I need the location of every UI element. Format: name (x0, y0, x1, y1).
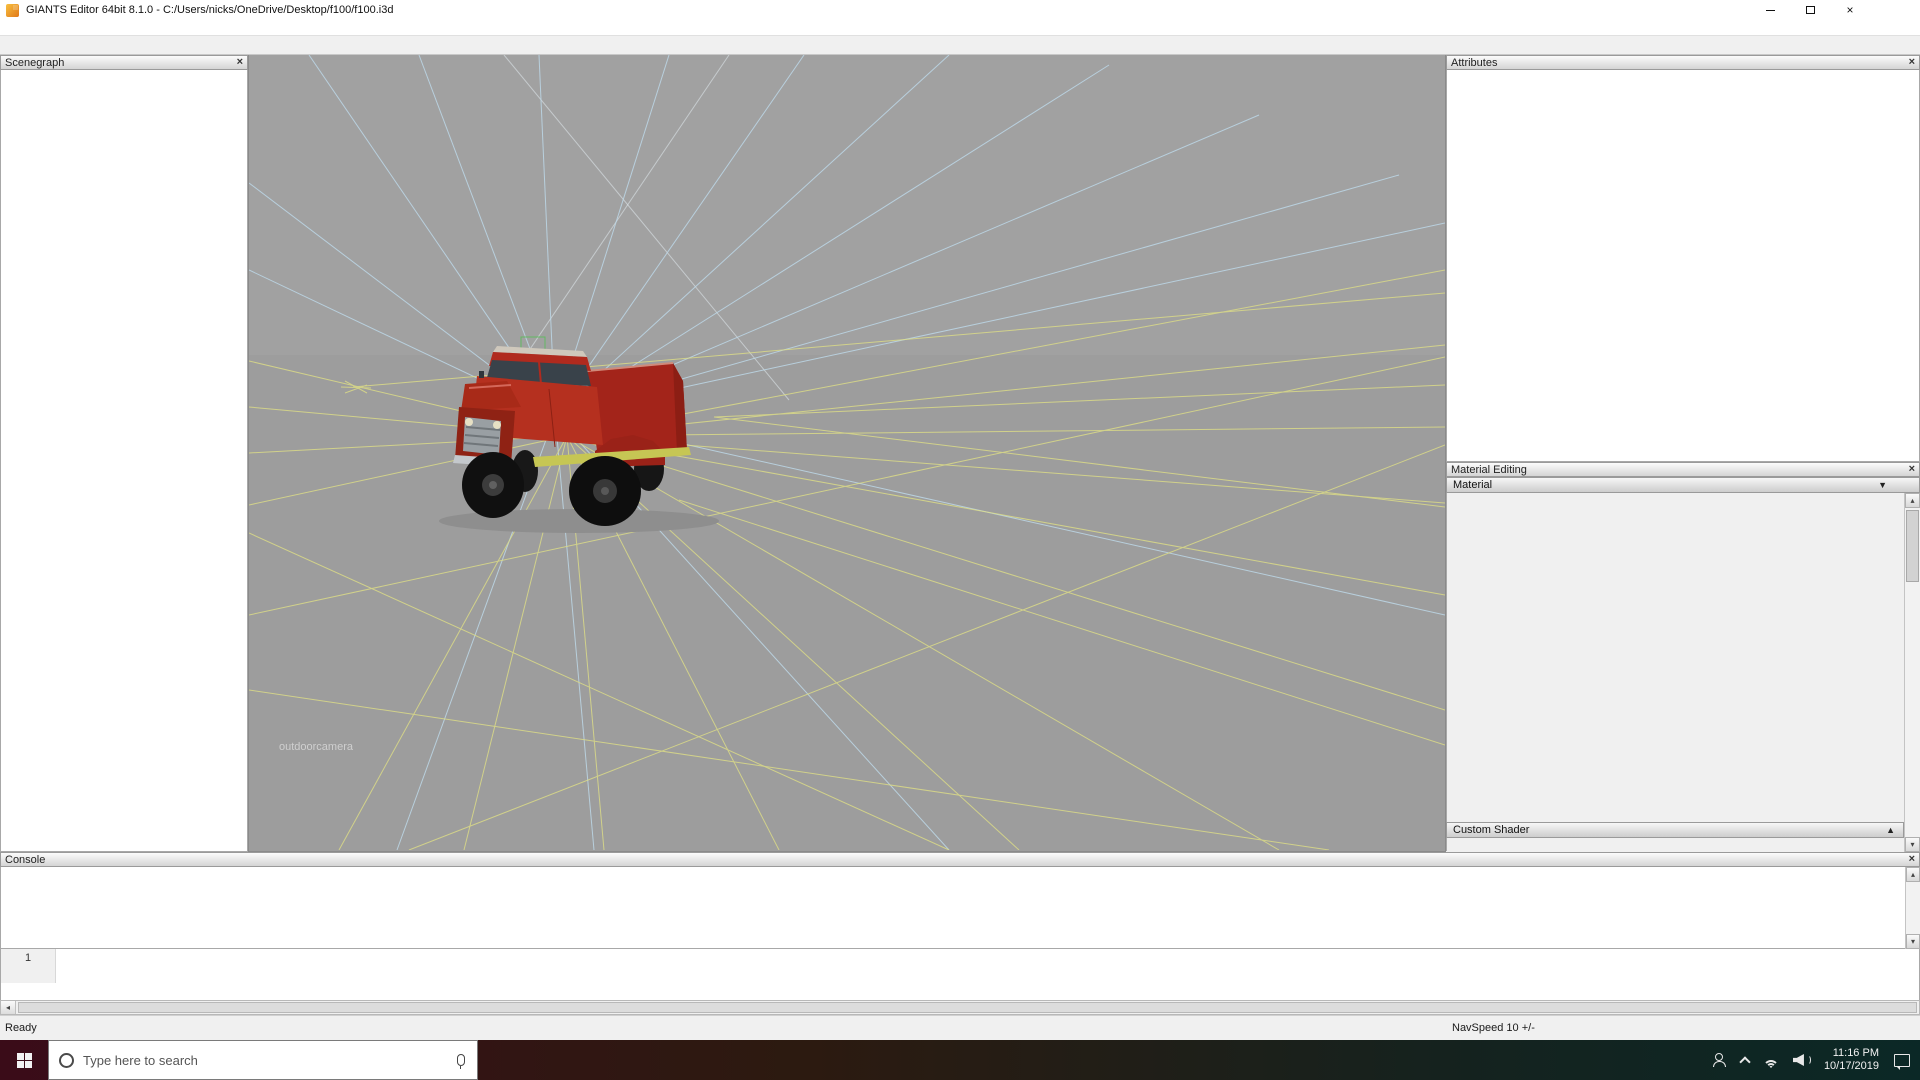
people-icon[interactable] (1712, 1053, 1728, 1067)
line-number-gutter: 1 (1, 949, 56, 983)
material-editing-close-icon[interactable]: × (1909, 464, 1915, 475)
maximize-icon (1806, 6, 1815, 14)
scenegraph-close-icon[interactable]: × (237, 57, 243, 68)
microphone-icon[interactable] (457, 1054, 465, 1066)
scroll-down-icon[interactable]: ▾ (1905, 837, 1920, 852)
material-scrollbar-thumb[interactable] (1906, 510, 1919, 582)
clock[interactable]: 11:16 PM 10/17/2019 (1824, 1047, 1879, 1073)
navspeed-label: NavSpeed 10 +/- (1452, 1022, 1535, 1034)
material-section-bar[interactable]: Material ▼ (1446, 477, 1920, 493)
giants-editor-window: GIANTS Editor 64bit 8.1.0 - C:/Users/nic… (0, 0, 1920, 1080)
status-bar: Ready NavSpeed 10 +/- (0, 1015, 1920, 1040)
tray-date: 10/17/2019 (1824, 1060, 1879, 1073)
start-button[interactable] (0, 1040, 48, 1080)
scenegraph-tree (0, 70, 248, 852)
console-scrollbar[interactable]: ▴ ▾ (1905, 867, 1920, 949)
custom-shader-title: Custom Shader (1453, 824, 1529, 836)
expand-section-icon[interactable]: ▲ (1886, 825, 1895, 835)
action-center-icon[interactable] (1894, 1054, 1910, 1067)
console-log (0, 867, 1920, 949)
toolbar (0, 35, 1920, 55)
material-editing-title: Material Editing (1451, 464, 1527, 476)
script-editor[interactable]: 1 (0, 949, 1920, 1000)
menu-bar (0, 20, 1920, 35)
attributes-header: Attributes × (1446, 55, 1920, 70)
scroll-up-icon[interactable]: ▴ (1905, 493, 1920, 508)
title-bar: GIANTS Editor 64bit 8.1.0 - C:/Users/nic… (0, 0, 1920, 20)
maximize-button[interactable] (1790, 0, 1830, 20)
right-panels: Attributes × Material Editing × Material… (1446, 55, 1920, 852)
attributes-panel: Attributes × (1446, 55, 1920, 462)
console-panel: Console × 1 ◂ ▴ ▾ (0, 852, 1920, 1015)
cortana-icon (59, 1053, 74, 1068)
close-button[interactable]: × (1830, 0, 1870, 20)
minimize-button[interactable] (1750, 0, 1790, 20)
app-logo-icon (6, 4, 19, 17)
console-scroll-down-icon[interactable]: ▾ (1906, 934, 1920, 949)
system-tray: 11:16 PM 10/17/2019 (1712, 1040, 1920, 1080)
scenegraph-header: Scenegraph × (0, 55, 248, 70)
search-input[interactable] (83, 1053, 448, 1068)
main-area: Scenegraph × (0, 55, 1920, 852)
status-text: Ready (5, 1022, 37, 1034)
window-title: GIANTS Editor 64bit 8.1.0 - C:/Users/nic… (26, 4, 393, 16)
console-hscrollbar[interactable]: ◂ (0, 1000, 1920, 1015)
material-panel-gap (1446, 838, 1904, 851)
scenegraph-panel: Scenegraph × (0, 55, 248, 852)
attributes-close-icon[interactable]: × (1909, 57, 1915, 68)
console-title: Console (5, 854, 45, 866)
viewport-canvas (249, 55, 1445, 850)
collapse-section-icon[interactable]: ▼ (1878, 480, 1887, 490)
minimize-icon (1766, 10, 1775, 11)
scroll-left-icon[interactable]: ◂ (1, 1001, 16, 1014)
active-camera-label: outdoorcamera (279, 741, 353, 753)
attributes-body (1446, 70, 1920, 462)
taskbar-search[interactable] (48, 1040, 478, 1080)
viewport-3d[interactable]: outdoorcamera (248, 55, 1446, 852)
console-scroll-up-icon[interactable]: ▴ (1906, 867, 1920, 882)
scenegraph-title: Scenegraph (5, 57, 64, 69)
windows-logo-icon (17, 1053, 32, 1068)
material-section-title: Material (1453, 479, 1492, 491)
hidden-icons-chevron-icon[interactable] (1739, 1056, 1750, 1067)
close-icon: × (1846, 4, 1853, 16)
volume-icon[interactable] (1793, 1054, 1811, 1066)
material-fields (1446, 493, 1904, 822)
wifi-icon[interactable] (1762, 1054, 1780, 1067)
material-editing-panel: Material Editing × Material ▼ Custom Sha… (1446, 462, 1920, 852)
hscrollbar-thumb[interactable] (18, 1002, 1917, 1013)
material-scrollbar[interactable]: ▴ ▾ (1904, 493, 1920, 852)
custom-shader-section-bar[interactable]: Custom Shader ▲ (1446, 822, 1904, 838)
material-editing-header: Material Editing × (1446, 462, 1920, 477)
tray-time: 11:16 PM (1824, 1047, 1879, 1060)
console-close-icon[interactable]: × (1909, 854, 1915, 865)
attributes-title: Attributes (1451, 57, 1497, 69)
windows-taskbar: 11:16 PM 10/17/2019 (0, 1040, 1920, 1080)
console-header: Console × (0, 852, 1920, 867)
